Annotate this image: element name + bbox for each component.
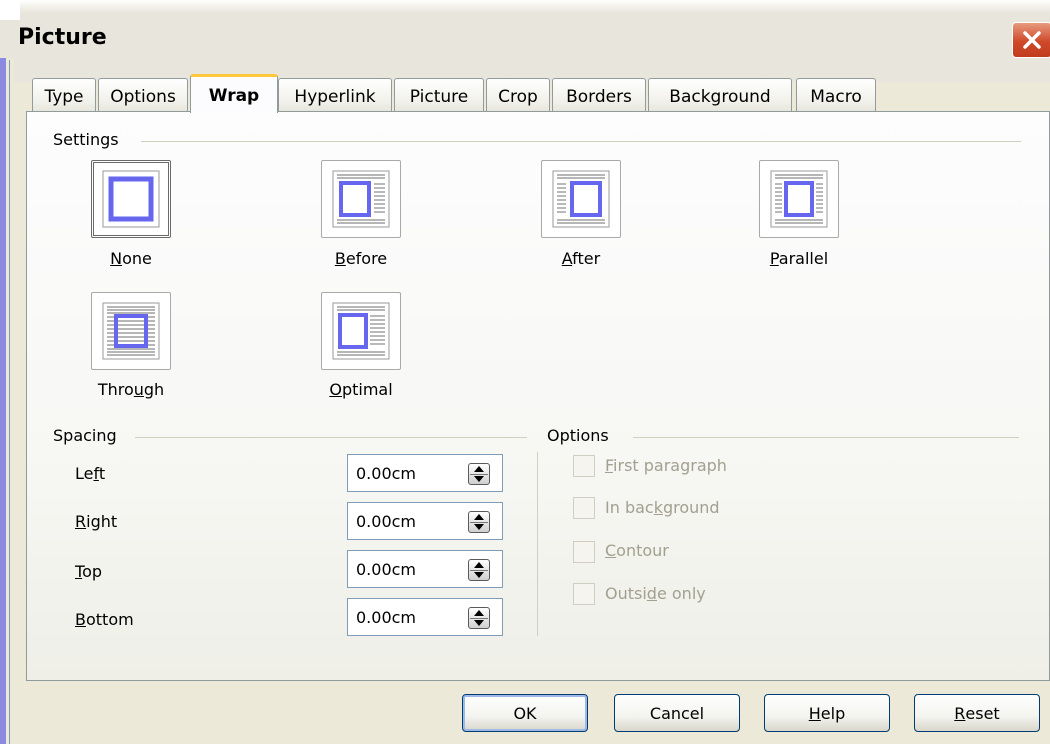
left-spacing-field[interactable]: 0.00cm — [347, 454, 503, 492]
close-button[interactable] — [1012, 22, 1050, 58]
spin-down-icon — [474, 620, 484, 626]
tab-background[interactable]: Background — [648, 78, 792, 112]
top-spacing-value: 0.00cm — [356, 560, 417, 579]
left-spacing-value: 0.00cm — [356, 464, 417, 483]
window-corner — [0, 0, 20, 20]
close-icon — [1023, 31, 1041, 49]
tab-hyperlink[interactable]: Hyperlink — [278, 78, 392, 112]
wrap-parallel-label: Parallel — [769, 249, 829, 268]
bottom-label: Bottom — [75, 610, 134, 629]
contour-label: Contour — [605, 541, 669, 560]
top-spacing-field[interactable]: 0.00cm — [347, 550, 503, 588]
spacing-divider — [135, 437, 527, 438]
tab-strip: Type Options Wrap Hyperlink Picture Crop… — [26, 74, 1050, 113]
settings-group-label: Settings — [53, 130, 119, 149]
reset-button[interactable]: Reset — [914, 694, 1040, 732]
help-button[interactable]: Help — [764, 694, 890, 732]
in-background-label: In background — [605, 498, 720, 517]
settings-divider — [141, 141, 1021, 142]
top-label: Top — [75, 562, 103, 581]
spin-up-icon — [474, 466, 484, 472]
wrap-after-button[interactable] — [541, 160, 621, 238]
ok-button[interactable]: OK — [462, 694, 588, 732]
dialog-title: Picture — [18, 25, 107, 50]
wrap-parallel-icon — [770, 170, 828, 228]
wrap-optimal-label: Optimal — [329, 380, 393, 399]
tab-options[interactable]: Options — [98, 78, 188, 112]
tab-picture[interactable]: Picture — [394, 78, 484, 112]
wrap-parallel-button[interactable] — [759, 160, 839, 238]
outside-only-label: Outside only — [605, 584, 706, 603]
wrap-after-icon — [552, 170, 610, 228]
options-group-label: Options — [547, 426, 609, 445]
tab-type[interactable]: Type — [32, 78, 96, 112]
wrap-optimal-button[interactable] — [321, 292, 401, 370]
spin-down-icon — [474, 572, 484, 578]
wrap-before-button[interactable] — [321, 160, 401, 238]
right-spacing-field[interactable]: 0.00cm — [347, 502, 503, 540]
right-spin-button[interactable] — [468, 511, 490, 533]
bottom-spacing-field[interactable]: 0.00cm — [347, 598, 503, 636]
bottom-spacing-value: 0.00cm — [356, 608, 417, 627]
group-separator — [537, 452, 538, 636]
left-label: Left — [75, 464, 106, 483]
right-spacing-value: 0.00cm — [356, 512, 417, 531]
first-paragraph-checkbox[interactable] — [573, 455, 595, 477]
window-frame-inner — [6, 58, 14, 744]
first-paragraph-label: First paragraph — [605, 456, 727, 475]
spin-down-icon — [474, 524, 484, 530]
spin-up-icon — [474, 514, 484, 520]
right-label: Right — [75, 512, 118, 531]
spin-up-icon — [474, 562, 484, 568]
outside-only-checkbox[interactable] — [573, 583, 595, 605]
spin-up-icon — [474, 610, 484, 616]
tab-crop[interactable]: Crop — [486, 78, 550, 112]
title-bar — [0, 0, 1050, 82]
wrap-through-icon — [102, 302, 160, 360]
options-divider — [633, 437, 1019, 438]
tab-borders[interactable]: Borders — [552, 78, 646, 112]
wrap-after-label: After — [561, 249, 601, 268]
top-spin-button[interactable] — [468, 559, 490, 581]
tab-macro[interactable]: Macro — [796, 78, 876, 112]
window-frame-line — [9, 60, 10, 744]
wrap-optimal-icon — [332, 302, 390, 360]
contour-checkbox[interactable] — [573, 541, 595, 563]
wrap-none-button[interactable] — [91, 160, 171, 238]
left-spin-button[interactable] — [468, 463, 490, 485]
wrap-through-button[interactable] — [91, 292, 171, 370]
cancel-button[interactable]: Cancel — [614, 694, 740, 732]
wrap-tab-panel: Settings None Before After Parallel Thro… — [26, 111, 1050, 681]
tab-wrap[interactable]: Wrap — [190, 74, 278, 113]
spin-down-icon — [474, 476, 484, 482]
wrap-through-label: Through — [97, 380, 165, 399]
wrap-none-icon — [102, 170, 160, 228]
bottom-spin-button[interactable] — [468, 607, 490, 629]
spacing-group-label: Spacing — [53, 426, 117, 445]
picture-dialog: Picture Type Options Wrap Hyperlink Pict… — [0, 0, 1050, 744]
wrap-before-icon — [332, 170, 390, 228]
in-background-checkbox[interactable] — [573, 497, 595, 519]
wrap-before-label: Before — [334, 249, 388, 268]
wrap-none-label: None — [110, 249, 152, 268]
